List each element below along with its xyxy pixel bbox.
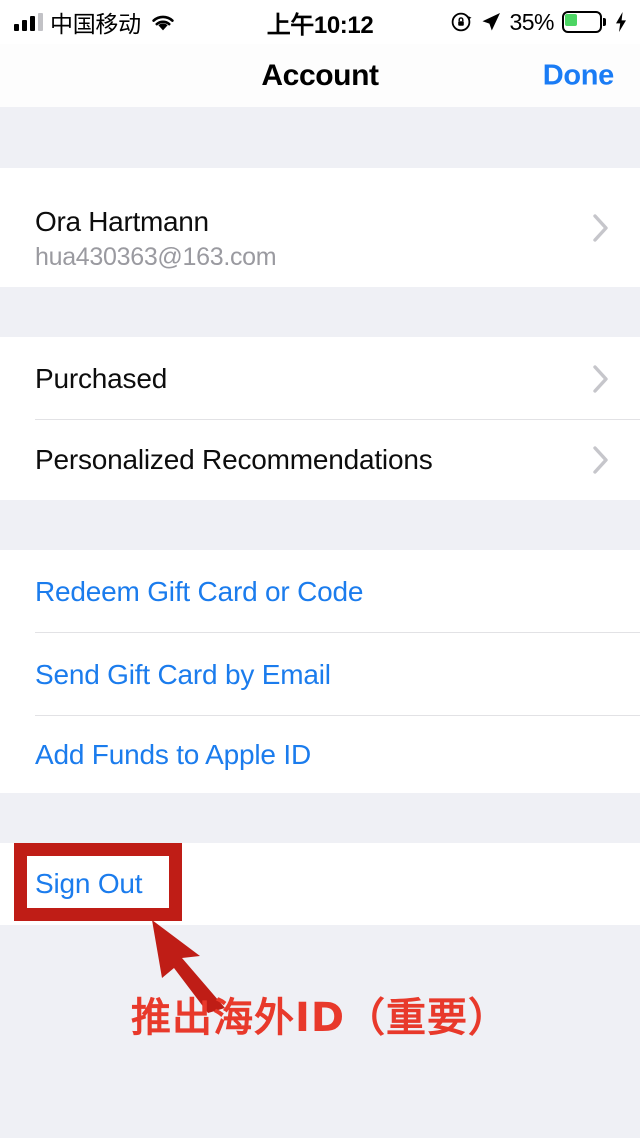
row-label: Send Gift Card by Email — [35, 658, 331, 690]
section-gap-1 — [0, 287, 640, 337]
chevron-right-icon — [592, 445, 610, 475]
row-label: Sign Out — [35, 868, 143, 899]
row-send-gift-card[interactable]: Send Gift Card by Email — [0, 633, 640, 716]
row-sign-out[interactable]: Sign Out — [0, 843, 640, 925]
account-email: hua430363@163.com — [35, 242, 277, 271]
row-label: Personalized Recommendations — [35, 444, 433, 475]
section-gap-3 — [0, 793, 640, 843]
battery-percent-label: 35% — [509, 8, 554, 35]
iphone-screen: 中国移动 上午10:12 35% Account Done Ora Hartma… — [0, 0, 640, 1138]
chevron-right-icon — [592, 213, 610, 243]
rotation-lock-icon — [451, 11, 473, 33]
clock-label: 上午10:12 — [266, 11, 374, 39]
section-gap-2 — [0, 500, 640, 550]
row-add-funds[interactable]: Add Funds to Apple ID — [0, 716, 640, 793]
account-row[interactable]: Ora Hartmann hua430363@163.com — [0, 168, 640, 287]
navigation-bar: Account Done — [0, 44, 640, 107]
chevron-right-icon — [592, 364, 610, 394]
settings-list: Ora Hartmann hua430363@163.com Purchased… — [0, 107, 640, 1138]
gift-section: Redeem Gift Card or Code Send Gift Card … — [0, 550, 640, 793]
page-title: Account — [261, 58, 379, 92]
annotation-caption: 推出海外ID（重要） — [130, 995, 510, 1041]
lightning-bolt-icon — [614, 11, 628, 33]
done-button[interactable]: Done — [543, 59, 615, 92]
account-section: Ora Hartmann hua430363@163.com — [0, 168, 640, 287]
signout-section: Sign Out — [0, 843, 640, 925]
status-bar-right: 35% — [451, 0, 628, 44]
row-purchased[interactable]: Purchased — [0, 337, 640, 420]
row-label: Add Funds to Apple ID — [35, 738, 311, 770]
row-label: Redeem Gift Card or Code — [35, 575, 364, 607]
row-personalized-recommendations[interactable]: Personalized Recommendations — [0, 420, 640, 500]
row-redeem-gift-card[interactable]: Redeem Gift Card or Code — [0, 550, 640, 633]
section-gap-top — [0, 107, 640, 168]
battery-icon — [562, 11, 606, 33]
library-section: Purchased Personalized Recommendations — [0, 337, 640, 500]
account-name: Ora Hartmann — [35, 205, 209, 237]
status-bar: 中国移动 上午10:12 35% — [0, 0, 640, 44]
row-label: Purchased — [35, 362, 168, 394]
location-arrow-icon — [481, 12, 501, 32]
